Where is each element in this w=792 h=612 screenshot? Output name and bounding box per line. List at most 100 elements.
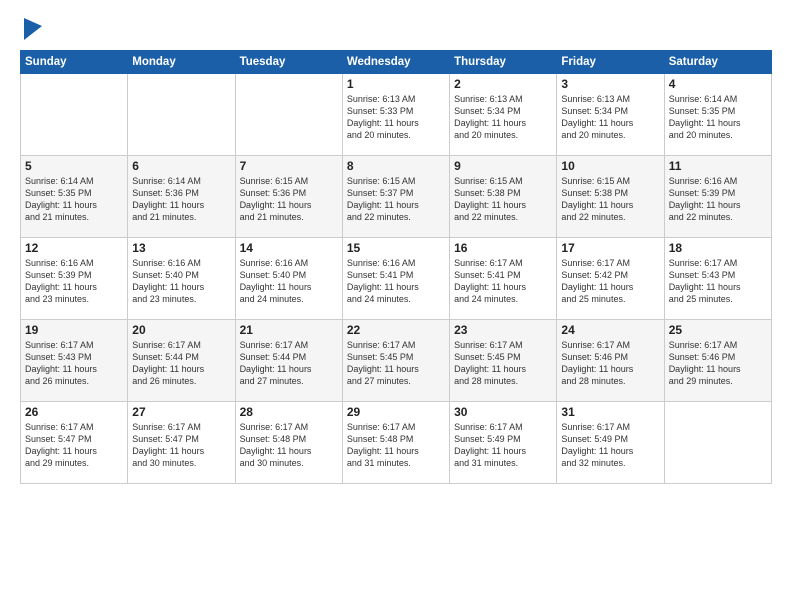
day-info: Sunrise: 6:15 AM Sunset: 5:38 PM Dayligh…	[454, 175, 552, 224]
week-row-4: 26 Sunrise: 6:17 AM Sunset: 5:47 PM Dayli…	[21, 402, 772, 484]
day-number: 25	[669, 323, 767, 337]
calendar-cell: 8 Sunrise: 6:15 AM Sunset: 5:37 PM Daylig…	[342, 156, 449, 238]
day-info: Sunrise: 6:14 AM Sunset: 5:35 PM Dayligh…	[25, 175, 123, 224]
calendar-cell: 16Sunrise: 6:17 AM Sunset: 5:41 PM Dayli…	[450, 238, 557, 320]
day-number: 19	[25, 323, 123, 337]
weekday-sunday: Sunday	[21, 51, 128, 74]
day-info: Sunrise: 6:17 AM Sunset: 5:47 PM Dayligh…	[132, 421, 230, 470]
calendar-cell: 27 Sunrise: 6:17 AM Sunset: 5:47 PM Dayli…	[128, 402, 235, 484]
day-info: Sunrise: 6:17 AM Sunset: 5:48 PM Dayligh…	[347, 421, 445, 470]
week-row-3: 19 Sunrise: 6:17 AM Sunset: 5:43 PM Dayli…	[21, 320, 772, 402]
calendar-cell: 12 Sunrise: 6:16 AM Sunset: 5:39 PM Dayli…	[21, 238, 128, 320]
calendar-cell: 9 Sunrise: 6:15 AM Sunset: 5:38 PM Daylig…	[450, 156, 557, 238]
day-info: Sunrise: 6:13 AM Sunset: 5:34 PM Dayligh…	[454, 93, 552, 142]
day-info: Sunrise: 6:17 AM Sunset: 5:45 PM Dayligh…	[347, 339, 445, 388]
calendar-cell: 5 Sunrise: 6:14 AM Sunset: 5:35 PM Daylig…	[21, 156, 128, 238]
weekday-tuesday: Tuesday	[235, 51, 342, 74]
day-info: Sunrise: 6:14 AM Sunset: 5:36 PM Dayligh…	[132, 175, 230, 224]
calendar-cell: 13 Sunrise: 6:16 AM Sunset: 5:40 PM Dayli…	[128, 238, 235, 320]
calendar-cell	[21, 74, 128, 156]
weekday-wednesday: Wednesday	[342, 51, 449, 74]
day-info: Sunrise: 6:17 AM Sunset: 5:49 PM Dayligh…	[561, 421, 659, 470]
day-number: 5	[25, 159, 123, 173]
day-info: Sunrise: 6:17 AM Sunset: 5:45 PM Dayligh…	[454, 339, 552, 388]
calendar-cell: 25Sunrise: 6:17 AM Sunset: 5:46 PM Dayli…	[664, 320, 771, 402]
weekday-friday: Friday	[557, 51, 664, 74]
day-info: Sunrise: 6:13 AM Sunset: 5:34 PM Dayligh…	[561, 93, 659, 142]
day-number: 13	[132, 241, 230, 255]
day-number: 7	[240, 159, 338, 173]
day-number: 21	[240, 323, 338, 337]
weekday-header-row: SundayMondayTuesdayWednesdayThursdayFrid…	[21, 51, 772, 74]
day-info: Sunrise: 6:16 AM Sunset: 5:39 PM Dayligh…	[25, 257, 123, 306]
week-row-2: 12 Sunrise: 6:16 AM Sunset: 5:39 PM Dayli…	[21, 238, 772, 320]
day-number: 31	[561, 405, 659, 419]
calendar-cell: 30Sunrise: 6:17 AM Sunset: 5:49 PM Dayli…	[450, 402, 557, 484]
page: SundayMondayTuesdayWednesdayThursdayFrid…	[0, 0, 792, 612]
day-info: Sunrise: 6:16 AM Sunset: 5:39 PM Dayligh…	[669, 175, 767, 224]
day-number: 12	[25, 241, 123, 255]
day-info: Sunrise: 6:17 AM Sunset: 5:46 PM Dayligh…	[561, 339, 659, 388]
week-row-0: 1Sunrise: 6:13 AM Sunset: 5:33 PM Daylig…	[21, 74, 772, 156]
day-info: Sunrise: 6:17 AM Sunset: 5:48 PM Dayligh…	[240, 421, 338, 470]
day-number: 15	[347, 241, 445, 255]
calendar-cell: 20 Sunrise: 6:17 AM Sunset: 5:44 PM Dayli…	[128, 320, 235, 402]
calendar-cell: 24 Sunrise: 6:17 AM Sunset: 5:46 PM Dayli…	[557, 320, 664, 402]
day-number: 8	[347, 159, 445, 173]
day-info: Sunrise: 6:17 AM Sunset: 5:44 PM Dayligh…	[132, 339, 230, 388]
day-number: 6	[132, 159, 230, 173]
day-number: 26	[25, 405, 123, 419]
day-number: 29	[347, 405, 445, 419]
day-info: Sunrise: 6:16 AM Sunset: 5:40 PM Dayligh…	[240, 257, 338, 306]
day-number: 23	[454, 323, 552, 337]
day-number: 2	[454, 77, 552, 91]
calendar-cell: 4Sunrise: 6:14 AM Sunset: 5:35 PM Daylig…	[664, 74, 771, 156]
day-info: Sunrise: 6:16 AM Sunset: 5:40 PM Dayligh…	[132, 257, 230, 306]
day-info: Sunrise: 6:17 AM Sunset: 5:43 PM Dayligh…	[669, 257, 767, 306]
day-number: 22	[347, 323, 445, 337]
day-number: 24	[561, 323, 659, 337]
calendar-cell: 26 Sunrise: 6:17 AM Sunset: 5:47 PM Dayli…	[21, 402, 128, 484]
calendar-cell: 11Sunrise: 6:16 AM Sunset: 5:39 PM Dayli…	[664, 156, 771, 238]
day-info: Sunrise: 6:17 AM Sunset: 5:44 PM Dayligh…	[240, 339, 338, 388]
calendar-cell: 3 Sunrise: 6:13 AM Sunset: 5:34 PM Daylig…	[557, 74, 664, 156]
calendar-cell: 18 Sunrise: 6:17 AM Sunset: 5:43 PM Dayli…	[664, 238, 771, 320]
calendar-cell: 7 Sunrise: 6:15 AM Sunset: 5:36 PM Daylig…	[235, 156, 342, 238]
day-number: 14	[240, 241, 338, 255]
day-number: 18	[669, 241, 767, 255]
calendar-cell: 28 Sunrise: 6:17 AM Sunset: 5:48 PM Dayli…	[235, 402, 342, 484]
calendar-cell: 31 Sunrise: 6:17 AM Sunset: 5:49 PM Dayli…	[557, 402, 664, 484]
calendar-cell: 1Sunrise: 6:13 AM Sunset: 5:33 PM Daylig…	[342, 74, 449, 156]
calendar-cell: 2 Sunrise: 6:13 AM Sunset: 5:34 PM Daylig…	[450, 74, 557, 156]
calendar-cell: 15 Sunrise: 6:16 AM Sunset: 5:41 PM Dayli…	[342, 238, 449, 320]
day-number: 3	[561, 77, 659, 91]
logo	[20, 18, 42, 40]
calendar-cell: 23 Sunrise: 6:17 AM Sunset: 5:45 PM Dayli…	[450, 320, 557, 402]
day-info: Sunrise: 6:17 AM Sunset: 5:41 PM Dayligh…	[454, 257, 552, 306]
calendar-cell	[128, 74, 235, 156]
day-number: 28	[240, 405, 338, 419]
day-info: Sunrise: 6:15 AM Sunset: 5:36 PM Dayligh…	[240, 175, 338, 224]
day-number: 1	[347, 77, 445, 91]
week-row-1: 5 Sunrise: 6:14 AM Sunset: 5:35 PM Daylig…	[21, 156, 772, 238]
calendar-cell: 10 Sunrise: 6:15 AM Sunset: 5:38 PM Dayli…	[557, 156, 664, 238]
day-info: Sunrise: 6:15 AM Sunset: 5:37 PM Dayligh…	[347, 175, 445, 224]
day-number: 10	[561, 159, 659, 173]
weekday-thursday: Thursday	[450, 51, 557, 74]
calendar-cell: 29 Sunrise: 6:17 AM Sunset: 5:48 PM Dayli…	[342, 402, 449, 484]
day-info: Sunrise: 6:15 AM Sunset: 5:38 PM Dayligh…	[561, 175, 659, 224]
day-info: Sunrise: 6:17 AM Sunset: 5:43 PM Dayligh…	[25, 339, 123, 388]
header	[20, 18, 772, 40]
calendar-cell: 21 Sunrise: 6:17 AM Sunset: 5:44 PM Dayli…	[235, 320, 342, 402]
day-info: Sunrise: 6:17 AM Sunset: 5:47 PM Dayligh…	[25, 421, 123, 470]
weekday-monday: Monday	[128, 51, 235, 74]
day-number: 9	[454, 159, 552, 173]
day-number: 30	[454, 405, 552, 419]
calendar-cell: 17Sunrise: 6:17 AM Sunset: 5:42 PM Dayli…	[557, 238, 664, 320]
calendar-cell: 19 Sunrise: 6:17 AM Sunset: 5:43 PM Dayli…	[21, 320, 128, 402]
day-info: Sunrise: 6:16 AM Sunset: 5:41 PM Dayligh…	[347, 257, 445, 306]
day-number: 27	[132, 405, 230, 419]
day-info: Sunrise: 6:17 AM Sunset: 5:42 PM Dayligh…	[561, 257, 659, 306]
calendar-cell	[664, 402, 771, 484]
day-number: 20	[132, 323, 230, 337]
